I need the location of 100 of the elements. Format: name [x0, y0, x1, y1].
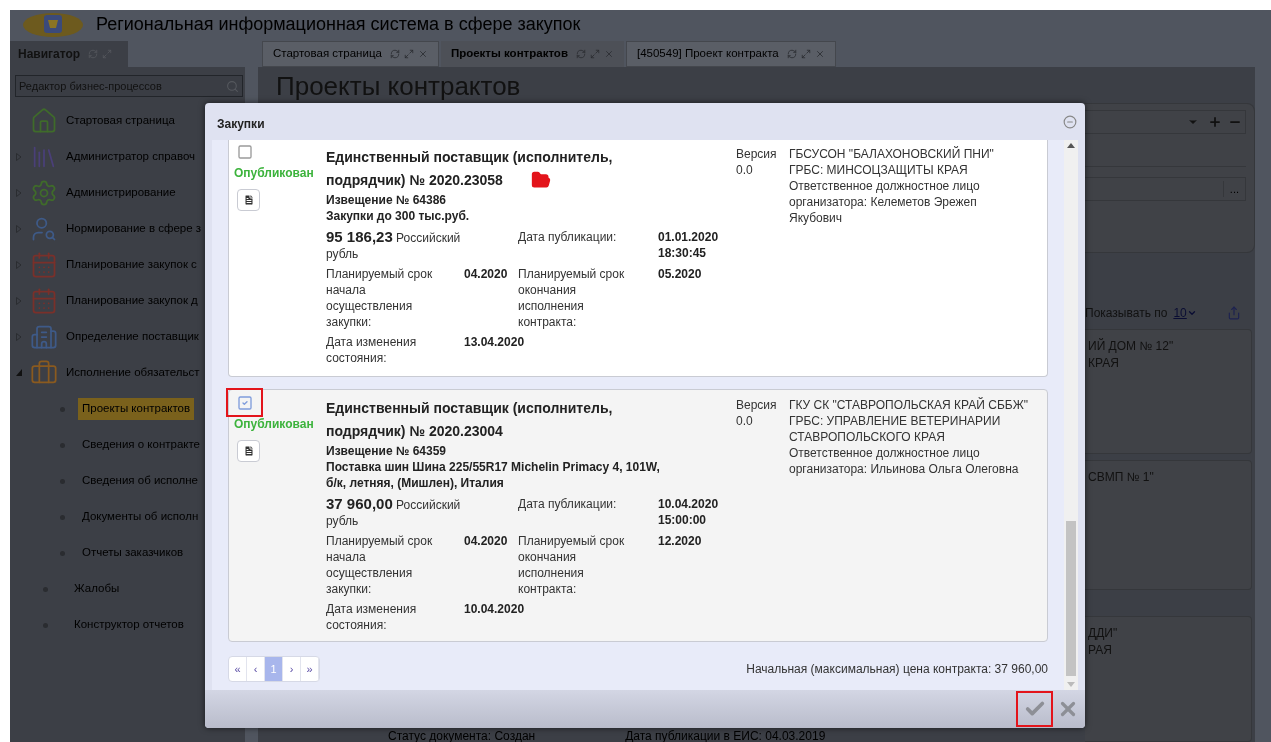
menu-icon: [30, 251, 58, 279]
refresh-icon[interactable]: [575, 49, 586, 59]
field-label: Дата изменения состояния:: [326, 601, 418, 633]
empty-box-icon[interactable]: [236, 143, 253, 160]
field-label: Планируемый срок начала осуществления закупки:: [326, 533, 434, 597]
purchase-subject: Поставка шин Шина 225/55R17 Michelin Primacy 4, 101W, б/к, летняя, (Мишлен), Италия: [326, 459, 661, 491]
menu-icon: [30, 215, 58, 243]
version-value: 0.0: [736, 413, 754, 429]
checkbox[interactable]: [226, 388, 263, 417]
version-label: Версия: [736, 397, 778, 413]
expand-icon[interactable]: [589, 49, 600, 59]
field-label: Дата публикации:: [518, 229, 618, 246]
page-button[interactable]: ›: [283, 657, 301, 681]
organization-text: Ответственное должностное лицо организатора: Келеметов Эрежеп Якубович: [789, 178, 981, 226]
nav-item[interactable]: Жалобы: [74, 580, 120, 598]
price-text: 95 186,23 Российский рубль: [326, 229, 462, 262]
document-icon[interactable]: [242, 445, 255, 457]
nav-item[interactable]: Администрирование: [66, 184, 176, 202]
scroll-down-icon[interactable]: [1067, 682, 1075, 688]
footer-text: Дата публикации в ЕИС: 04.03.2019: [625, 730, 826, 742]
field-value: 04.2020: [464, 533, 509, 550]
total-price-text: Начальная (максимальная) цена контракта: 37 960,00: [746, 661, 1048, 678]
nav-item[interactable]: Администратор справоч: [66, 148, 196, 166]
version-value: 0.0: [736, 162, 754, 178]
nav-item[interactable]: Планирование закупок д: [66, 292, 198, 310]
tab[interactable]: [450549] Проект контракта: [625, 41, 836, 67]
field-label: Дата публикации:: [518, 496, 618, 513]
version-label: Версия: [736, 146, 778, 162]
purchase-subject: Закупки до 300 тыс.руб.: [326, 208, 471, 224]
export-icon[interactable]: [1227, 306, 1241, 320]
nav-item[interactable]: Планирование закупок с: [66, 256, 197, 274]
nav-item[interactable]: Определение поставщик: [66, 328, 199, 346]
field-value: 04.2020: [464, 266, 509, 283]
field-value: 12.2020: [658, 533, 703, 550]
status-label: Опубликован: [234, 416, 314, 433]
field-value: 10.04.2020: [464, 601, 526, 618]
field-value: 10.04.2020 15:00:00: [658, 496, 720, 529]
field-value: 01.01.2020 18:30:45: [658, 229, 720, 262]
field-value: 13.04.2020: [464, 334, 526, 351]
refresh-icon[interactable]: [389, 49, 400, 59]
organization-text: Ответственное должностное лицо организатора: Ильинова Ольга Олеговна: [789, 445, 1020, 477]
field-label: Планируемый срок окончания исполнения контракта:: [518, 266, 626, 330]
checked-box-icon[interactable]: [236, 394, 253, 411]
document-button[interactable]: [237, 440, 260, 462]
add-icon[interactable]: [1208, 115, 1222, 129]
field-label: Планируемый срок начала осуществления закупки:: [326, 266, 434, 330]
notice-number: Извещение № 64359: [326, 443, 447, 459]
price-text: 37 960,00 Российский рубль: [326, 496, 462, 529]
tab[interactable]: Стартовая страница: [262, 41, 439, 67]
refresh-icon[interactable]: [786, 49, 797, 59]
footer-text: Статус документа: Создан: [388, 730, 536, 742]
purchase-title: Единственный поставщик (исполнитель, подрядчик) № 2020.23004: [326, 399, 614, 441]
nav-item[interactable]: Конструктор отчетов: [74, 616, 184, 634]
menu-icon: [30, 179, 58, 207]
page-button[interactable]: »: [301, 657, 319, 681]
caret-icon[interactable]: [1186, 308, 1197, 318]
expand-icon[interactable]: [403, 49, 414, 59]
nav-item[interactable]: Документы об исполн: [78, 506, 203, 528]
purchase-card[interactable]: [228, 140, 1048, 377]
scroll-up-icon[interactable]: [1067, 142, 1075, 148]
document-icon[interactable]: [242, 194, 255, 206]
field-label: Планируемый срок окончания исполнения контракта:: [518, 533, 626, 597]
page-button[interactable]: «: [229, 657, 247, 681]
search-icon[interactable]: [226, 79, 239, 93]
menu-icon: [30, 107, 58, 135]
expand-icon[interactable]: [102, 49, 113, 59]
notice-number: Извещение № 64386: [326, 192, 447, 208]
nav-item[interactable]: Стартовая страница: [66, 112, 175, 130]
browse-button[interactable]: ...: [1222, 180, 1245, 198]
emblem-icon: [20, 10, 86, 39]
app-title: Региональная информационная система в сфере закупок: [96, 13, 581, 36]
field-label: Дата изменения состояния:: [326, 334, 418, 366]
dialog-title: Закупки: [217, 115, 265, 133]
organization-text: ГРБС: УПРАВЛЕНИЕ ВЕТЕРИНАРИИ СТАВРОПОЛЬСКОГО КРАЯ: [789, 413, 1002, 445]
expanded-arrow-icon[interactable]: [16, 369, 22, 377]
organization-text: ГРБС: МИНСОЦЗАЩИТЫ КРАЯ: [789, 162, 969, 178]
menu-icon: [30, 287, 58, 315]
close-icon[interactable]: [814, 49, 825, 59]
organization-text: ГКУ СК "СТАВРОПОЛЬСКАЯ КРАЙ СББЖ": [789, 397, 1029, 413]
expand-icon[interactable]: [800, 49, 811, 59]
purchase-card[interactable]: [228, 389, 1048, 642]
tab[interactable]: Проекты контрактов: [440, 41, 624, 67]
nav-item[interactable]: Отчеты заказчиков: [78, 542, 188, 564]
confirm-button[interactable]: [1016, 691, 1053, 727]
page-button[interactable]: 1: [265, 657, 283, 681]
purchase-title: Единственный поставщик (исполнитель, подрядчик) № 2020.23058: [326, 148, 614, 190]
close-icon[interactable]: [603, 49, 614, 59]
collapse-icon[interactable]: [1063, 114, 1077, 129]
nav-item[interactable]: Сведения о контракте: [78, 434, 204, 456]
nav-item[interactable]: Проекты контрактов: [78, 398, 195, 420]
scrollbar-thumb[interactable]: [1066, 521, 1076, 676]
scrollbar[interactable]: [1064, 140, 1078, 690]
nav-item[interactable]: Сведения об исполне: [78, 470, 202, 492]
menu-icon: [30, 323, 58, 351]
field-value: 05.2020: [658, 266, 703, 283]
nav-item[interactable]: Исполнение обязательст: [66, 364, 200, 382]
status-label: Опубликован: [234, 165, 314, 182]
close-icon[interactable]: [417, 49, 428, 59]
nav-item[interactable]: Нормирование в сфере з: [66, 220, 202, 238]
document-button[interactable]: [237, 189, 260, 211]
